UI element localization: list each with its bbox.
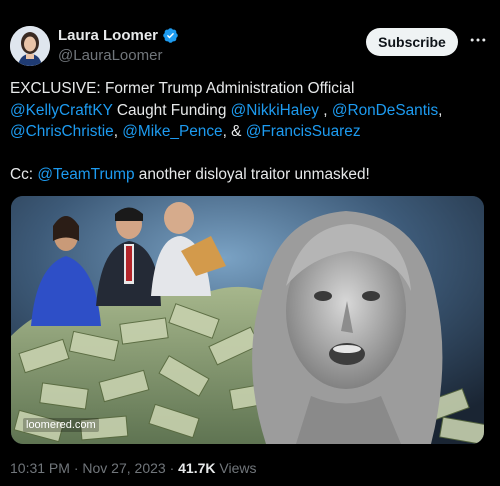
tweet-media-image[interactable]: loomered.com bbox=[11, 196, 484, 444]
mention-link[interactable]: @Mike_Pence bbox=[122, 123, 222, 140]
mention-link[interactable]: @TeamTrump bbox=[37, 166, 134, 183]
media-illustration bbox=[11, 196, 484, 444]
tweet-text-segment: , bbox=[319, 101, 332, 119]
tweet-text-line: Cc: @TeamTrump another disloyal traitor … bbox=[10, 164, 492, 186]
tweet-text-line: @KellyCraftKY Caught Funding @NikkiHaley… bbox=[10, 100, 492, 122]
avatar[interactable] bbox=[10, 26, 50, 66]
meta-separator: · bbox=[69, 460, 83, 476]
mention-link[interactable]: @FrancisSuarez bbox=[246, 123, 361, 140]
tweet-text-segment: EXCLUSIVE: Former Trump Administration O… bbox=[10, 80, 355, 97]
tweet-text: EXCLUSIVE: Former Trump Administration O… bbox=[10, 78, 492, 186]
tweet-text-line: EXCLUSIVE: Former Trump Administration O… bbox=[10, 78, 492, 100]
tweet: Laura Loomer @LauraLoomer Subscribe EXCL… bbox=[0, 0, 500, 486]
tweet-text-segment: Cc: bbox=[10, 166, 38, 183]
mention-link[interactable]: @ChrisChristie bbox=[10, 123, 114, 140]
author-name-row: Laura Loomer bbox=[58, 27, 179, 44]
mention-link[interactable]: @NikkiHaley bbox=[231, 102, 319, 119]
avatar-image bbox=[10, 26, 50, 66]
tweet-text-segment: , bbox=[113, 123, 123, 140]
tweet-date[interactable]: Nov 27, 2023 bbox=[82, 460, 165, 476]
tweet-time[interactable]: 10:31 PM bbox=[10, 460, 70, 476]
tweet-text-line bbox=[10, 143, 492, 165]
views-label: Views bbox=[219, 460, 257, 476]
subscribe-button[interactable]: Subscribe bbox=[366, 28, 458, 56]
more-options-icon[interactable] bbox=[466, 28, 490, 52]
author-handle[interactable]: @LauraLoomer bbox=[58, 47, 162, 64]
views-count: 41.7K bbox=[178, 460, 216, 476]
author-name[interactable]: Laura Loomer bbox=[58, 27, 158, 44]
meta-separator: · bbox=[165, 460, 179, 476]
tweet-metadata: 10:31 PM · Nov 27, 2023 · 41.7K Views bbox=[10, 460, 256, 476]
media-watermark: loomered.com bbox=[23, 418, 99, 432]
tweet-text-segment: , & bbox=[222, 123, 246, 140]
tweet-text-segment: another disloyal traitor unmasked! bbox=[134, 166, 370, 183]
mention-link[interactable]: @RonDeSantis bbox=[332, 102, 438, 119]
tweet-text-segment: , bbox=[438, 101, 443, 119]
mention-link[interactable]: @KellyCraftKY bbox=[10, 102, 113, 119]
tweet-text-segment: Caught Funding bbox=[112, 101, 231, 119]
verified-badge-icon[interactable] bbox=[162, 27, 179, 44]
tweet-text-line: @ChrisChristie, @Mike_Pence, & @FrancisS… bbox=[10, 121, 492, 143]
